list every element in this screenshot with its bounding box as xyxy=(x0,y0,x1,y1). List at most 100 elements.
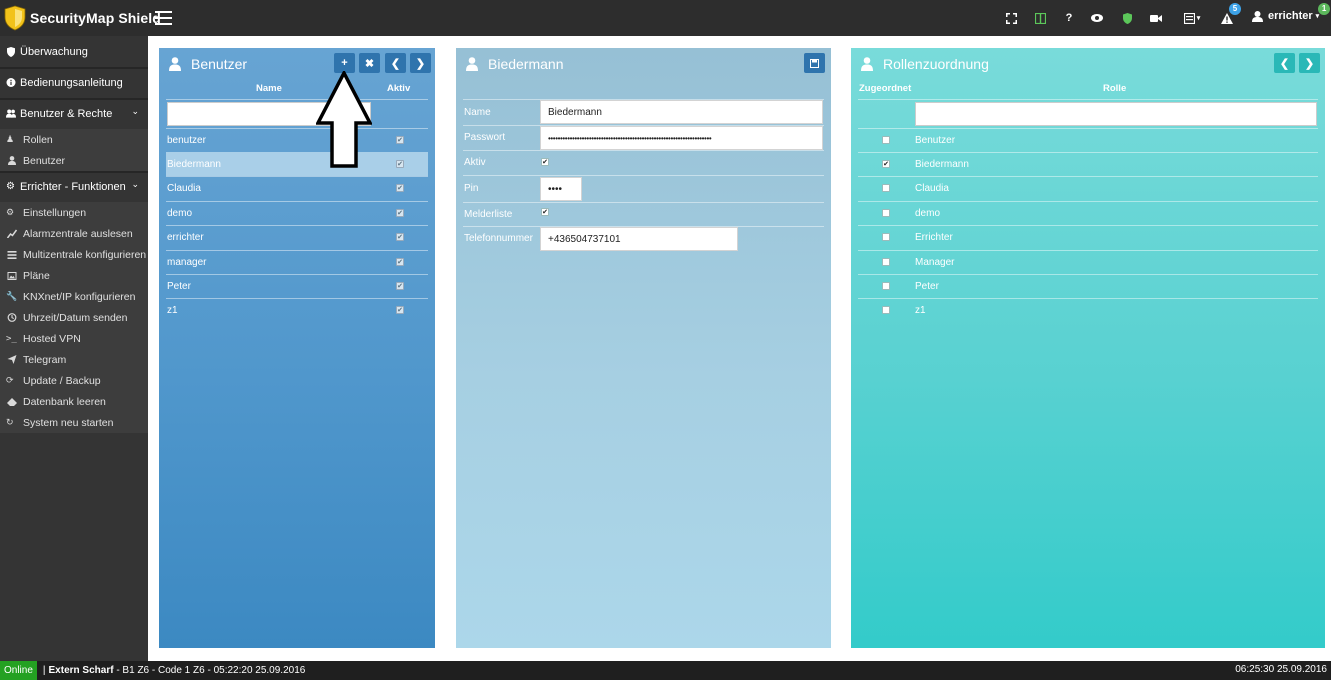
next-button[interactable]: ❯ xyxy=(1299,53,1320,73)
table-row[interactable]: demo ✔ xyxy=(166,201,428,225)
assigned-checkbox[interactable] xyxy=(882,209,890,217)
active-checkbox[interactable]: ✔ xyxy=(396,136,404,144)
delete-user-button[interactable]: ✖ xyxy=(359,53,380,73)
users-panel-title: Benutzer xyxy=(191,56,248,72)
table-row[interactable]: benutzer ✔ xyxy=(166,128,428,152)
melderliste-checkbox[interactable]: ✔ xyxy=(541,208,549,216)
password-field[interactable]: ••••••••••••••••••••••••••••••••••••••••… xyxy=(540,126,823,150)
prev-button[interactable]: ❮ xyxy=(1274,53,1295,73)
fullscreen-icon[interactable] xyxy=(1005,9,1017,27)
sidebar-item-telegram[interactable]: Telegram xyxy=(0,349,148,370)
prev-button[interactable]: ❮ xyxy=(385,53,406,73)
sidebar-item-benutzer-rechte[interactable]: Benutzer & Rechte ⌄ xyxy=(0,98,148,129)
chevron-down-icon: ▾ xyxy=(1196,15,1201,22)
table-row[interactable]: z1 ✔ xyxy=(166,298,428,322)
help-icon[interactable]: ? xyxy=(1064,9,1074,27)
restart-icon: ↻ xyxy=(6,417,14,427)
active-checkbox[interactable]: ✔ xyxy=(541,158,549,166)
assigned-checkbox[interactable] xyxy=(882,306,890,314)
name-field[interactable]: Biedermann xyxy=(540,100,823,124)
role-name-cell: Manager xyxy=(915,256,955,268)
assigned-checkbox[interactable] xyxy=(882,233,890,241)
table-row[interactable]: errichter ✔ xyxy=(166,225,428,249)
sidebar-item-einstellungen[interactable]: ⚙ Einstellungen xyxy=(0,202,148,223)
sidebar-item-alarmzentrale-auslesen[interactable]: Alarmzentrale auslesen xyxy=(0,223,148,244)
table-row[interactable]: ✔ Biedermann xyxy=(858,152,1318,176)
sidebar-item-ueberwachung[interactable]: Überwachung xyxy=(0,36,148,67)
columns-icon[interactable] xyxy=(1034,9,1046,27)
brand[interactable]: SecurityMap Shield xyxy=(4,5,161,31)
table-row[interactable]: Claudia xyxy=(858,176,1318,200)
user-menu[interactable]: errichter ▾ 1 xyxy=(1252,3,1331,22)
chart-icon xyxy=(6,229,18,238)
layout-icon[interactable]: ▾ xyxy=(1181,9,1203,27)
sidebar-item-bedienungsanleitung[interactable]: Bedienungsanleitung xyxy=(0,67,148,98)
active-checkbox[interactable]: ✔ xyxy=(396,160,404,168)
user-name-cell: manager xyxy=(167,256,207,268)
table-row[interactable]: Peter xyxy=(858,274,1318,298)
status-separator: | xyxy=(42,665,46,676)
col-header-assigned[interactable]: Zugeordnet xyxy=(859,83,911,94)
sidebar-item-plaene[interactable]: Pläne xyxy=(0,265,148,286)
roles-filter-input[interactable] xyxy=(915,102,1317,126)
cogs-icon: ⚙ xyxy=(6,207,15,217)
user-icon xyxy=(1252,10,1263,22)
user-name-cell: Claudia xyxy=(167,182,201,194)
table-row[interactable]: Manager xyxy=(858,250,1318,274)
warning-icon[interactable]: 5 xyxy=(1220,3,1241,27)
sidebar-item-benutzer[interactable]: Benutzer xyxy=(0,150,148,171)
table-row[interactable]: Claudia ✔ xyxy=(166,176,428,200)
role-name-cell: z1 xyxy=(915,304,926,316)
info-icon xyxy=(6,78,16,87)
col-header-role[interactable]: Rolle xyxy=(1103,83,1126,94)
table-row[interactable]: Peter ✔ xyxy=(166,274,428,298)
sidebar-item-rollen[interactable]: ♟ Rollen xyxy=(0,129,148,150)
sidebar-item-uhrzeit-datum[interactable]: Uhrzeit/Datum senden xyxy=(0,307,148,328)
table-row[interactable]: Benutzer xyxy=(858,128,1318,152)
active-checkbox[interactable]: ✔ xyxy=(396,282,404,290)
menu-toggle-button[interactable] xyxy=(155,11,172,25)
sidebar-item-datenbank-leeren[interactable]: Datenbank leeren xyxy=(0,391,148,412)
active-checkbox[interactable]: ✔ xyxy=(396,306,404,314)
save-button[interactable] xyxy=(804,53,825,73)
phone-field[interactable]: +436504737101 xyxy=(540,227,738,251)
camera-icon[interactable] xyxy=(1149,9,1162,27)
users-filter-input[interactable] xyxy=(167,102,371,126)
assigned-checkbox[interactable] xyxy=(882,184,890,192)
active-checkbox[interactable]: ✔ xyxy=(396,233,404,241)
pin-field[interactable]: •••• xyxy=(540,177,582,201)
active-checkbox[interactable]: ✔ xyxy=(396,258,404,266)
sidebar-item-errichter-funktionen[interactable]: ⚙ Errichter - Funktionen ⌄ xyxy=(0,171,148,202)
active-checkbox[interactable]: ✔ xyxy=(396,209,404,217)
role-name-cell: Biedermann xyxy=(915,158,969,170)
user-icon xyxy=(861,57,873,71)
active-checkbox[interactable]: ✔ xyxy=(396,184,404,192)
sidebar-item-hosted-vpn[interactable]: >_ Hosted VPN xyxy=(0,328,148,349)
eye-icon[interactable] xyxy=(1090,9,1103,27)
assigned-checkbox[interactable]: ✔ xyxy=(882,160,890,168)
sidebar-item-update-backup[interactable]: ⟳ Update / Backup xyxy=(0,370,148,391)
next-button[interactable]: ❯ xyxy=(410,53,431,73)
table-row[interactable]: z1 xyxy=(858,298,1318,322)
role-name-cell: demo xyxy=(915,207,941,219)
user-name-cell: errichter xyxy=(167,231,204,243)
add-user-button[interactable]: + xyxy=(334,53,355,73)
user-name: errichter xyxy=(1268,10,1313,22)
sidebar-item-system-neu-starten[interactable]: ↻ System neu starten xyxy=(0,412,148,433)
shield-icon[interactable] xyxy=(1122,9,1132,27)
assigned-checkbox[interactable] xyxy=(882,258,890,266)
assigned-checkbox[interactable] xyxy=(882,136,890,144)
table-row[interactable]: Errichter xyxy=(858,225,1318,249)
table-row[interactable]: demo xyxy=(858,201,1318,225)
table-row-selected[interactable]: Biedermann ✔ xyxy=(166,152,428,176)
sidebar-item-knxnet-ip[interactable]: 🔧 KNXnet/IP konfigurieren xyxy=(0,286,148,307)
role-name-cell: Peter xyxy=(915,280,939,292)
assigned-checkbox[interactable] xyxy=(882,282,890,290)
col-header-active[interactable]: Aktiv xyxy=(387,83,410,94)
table-row[interactable]: manager ✔ xyxy=(166,250,428,274)
role-assignment-panel: Rollenzuordnung ❮ ❯ Zugeordnet Rolle Ben… xyxy=(851,48,1325,648)
name-label: Name xyxy=(464,107,491,118)
col-header-name[interactable]: Name xyxy=(256,83,282,94)
sidebar-item-multizentrale-konfigurieren[interactable]: Multizentrale konfigurieren xyxy=(0,244,148,265)
save-icon xyxy=(810,58,819,68)
